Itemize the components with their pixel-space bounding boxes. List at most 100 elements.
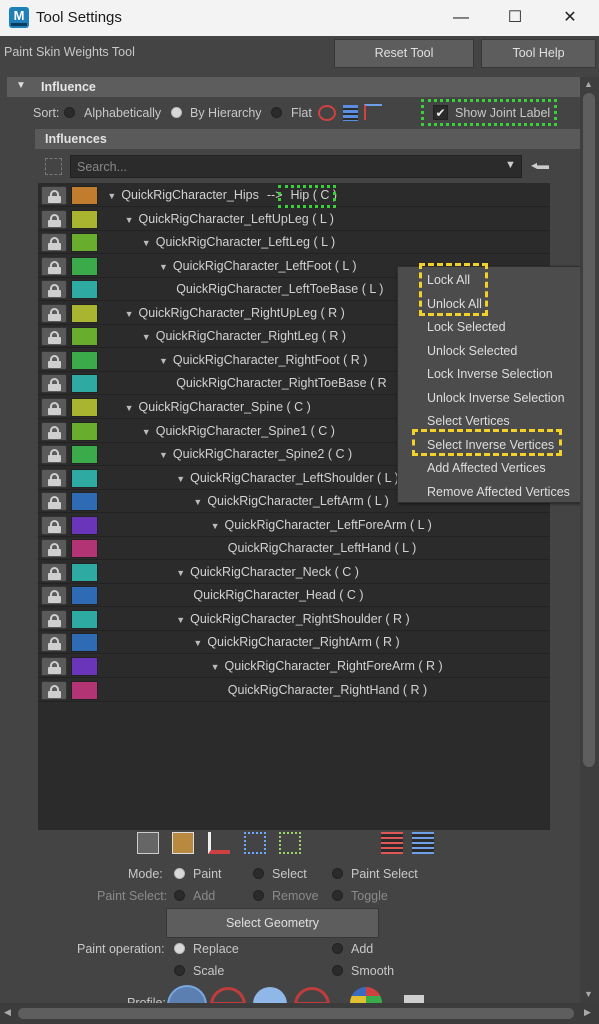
- context-menu-item[interactable]: Lock Selected: [427, 320, 506, 334]
- horizontal-scrollbar[interactable]: ◀ ▶: [0, 1003, 599, 1024]
- joint-name[interactable]: QuickRigCharacter_RightHand ( R ): [228, 683, 427, 697]
- context-menu-item[interactable]: Add Affected Vertices: [427, 461, 546, 475]
- paint-select-add-label[interactable]: Add: [193, 889, 215, 903]
- joint-color-swatch[interactable]: [71, 586, 98, 606]
- joint-color-swatch[interactable]: [71, 421, 98, 441]
- joint-color-swatch[interactable]: [71, 186, 98, 205]
- joint-name[interactable]: ▼ QuickRigCharacter_RightFoot ( R ): [159, 353, 367, 367]
- lock-icon[interactable]: [41, 397, 67, 417]
- context-menu-item[interactable]: Lock Inverse Selection: [427, 367, 553, 381]
- influence-row[interactable]: ▼ QuickRigCharacter_LeftUpLeg ( L ): [38, 208, 550, 231]
- paint-select-remove-radio[interactable]: [253, 890, 264, 901]
- profile-gaussian-icon[interactable]: [167, 985, 207, 1005]
- joint-color-swatch[interactable]: [71, 374, 98, 394]
- paint-operation-add-radio[interactable]: [332, 943, 343, 954]
- paint-operation-scale-label[interactable]: Scale: [193, 964, 224, 978]
- influence-row[interactable]: QuickRigCharacter_Head ( C ): [38, 584, 550, 608]
- move-influence-icon[interactable]: [279, 832, 301, 854]
- lock-icon[interactable]: [41, 350, 67, 370]
- context-menu-item[interactable]: Remove Affected Vertices: [427, 485, 570, 499]
- expand-caret-icon[interactable]: ▼: [159, 262, 168, 272]
- lock-icon[interactable]: [41, 303, 67, 323]
- expand-caret-icon[interactable]: ▼: [211, 521, 220, 531]
- sort-hierarchy-radio[interactable]: [171, 107, 182, 118]
- search-input[interactable]: Search...: [70, 155, 522, 178]
- lock-icon[interactable]: [41, 256, 67, 276]
- joint-name[interactable]: QuickRigCharacter_Head ( C ): [193, 588, 363, 602]
- influence-section-header[interactable]: ▼ Influence: [7, 77, 580, 97]
- sort-flat-radio[interactable]: [271, 107, 282, 118]
- expand-caret-icon[interactable]: ▼: [125, 215, 134, 225]
- joint-color-swatch[interactable]: [71, 562, 98, 582]
- paint-operation-scale-radio[interactable]: [174, 965, 185, 976]
- select-geometry-button[interactable]: Select Geometry: [166, 908, 379, 938]
- tool-help-button[interactable]: Tool Help: [481, 39, 596, 68]
- lock-icon[interactable]: [41, 233, 67, 253]
- joint-color-swatch[interactable]: [71, 280, 98, 300]
- mode-paint-select-label[interactable]: Paint Select: [351, 867, 418, 881]
- lock-icon[interactable]: [41, 327, 67, 347]
- lock-icon[interactable]: [41, 492, 67, 512]
- joint-name[interactable]: ▼ QuickRigCharacter_LeftForeArm ( L ): [211, 518, 432, 532]
- expand-caret-icon[interactable]: ▼: [107, 191, 116, 201]
- paint-select-remove-label[interactable]: Remove: [272, 889, 319, 903]
- mode-paint-select-radio[interactable]: [332, 868, 343, 879]
- joint-color-swatch[interactable]: [71, 350, 98, 370]
- sort-flat-label[interactable]: Flat: [291, 106, 312, 120]
- lock-icon[interactable]: [41, 421, 67, 441]
- joint-name[interactable]: ▼ QuickRigCharacter_RightArm ( R ): [193, 635, 399, 649]
- vertical-scrollbar[interactable]: ▲ ▼: [580, 77, 599, 1003]
- minimize-button[interactable]: —: [438, 0, 484, 36]
- joint-color-swatch[interactable]: [71, 256, 98, 276]
- joint-name[interactable]: ▼ QuickRigCharacter_RightLeg ( R ): [142, 329, 346, 343]
- mode-paint-radio[interactable]: [174, 868, 185, 879]
- joint-name[interactable]: ▼ QuickRigCharacter_LeftShoulder ( L ): [176, 471, 399, 485]
- joint-name[interactable]: QuickRigCharacter_LeftToeBase ( L ): [176, 282, 383, 296]
- influence-row[interactable]: ▼ QuickRigCharacter_LeftForeArm ( L ): [38, 514, 550, 537]
- expand-caret-icon[interactable]: ▼: [176, 615, 185, 625]
- joint-name[interactable]: ▼ QuickRigCharacter_RightUpLeg ( R ): [125, 306, 345, 320]
- expand-caret-icon[interactable]: ▼: [159, 450, 168, 460]
- joint-color-swatch[interactable]: [71, 303, 98, 323]
- paint-operation-smooth-label[interactable]: Smooth: [351, 964, 394, 978]
- lock-icon[interactable]: [41, 657, 67, 676]
- joint-name[interactable]: ▼ QuickRigCharacter_LeftArm ( L ): [193, 494, 388, 508]
- refresh-icon[interactable]: [318, 105, 336, 121]
- select-joints-icon[interactable]: [244, 832, 266, 854]
- lock-icon[interactable]: [41, 186, 67, 205]
- vertical-scroll-thumb[interactable]: [583, 93, 595, 767]
- lock-icon[interactable]: [41, 539, 67, 559]
- paint-select-toggle-label[interactable]: Toggle: [351, 889, 388, 903]
- influence-row[interactable]: QuickRigCharacter_LeftHand ( L ): [38, 537, 550, 561]
- show-joint-label-text[interactable]: Show Joint Label: [455, 106, 550, 120]
- lock-icon[interactable]: [41, 209, 67, 229]
- joint-color-swatch[interactable]: [71, 609, 98, 629]
- lock-icon[interactable]: [41, 468, 67, 488]
- weight-hammer-icon[interactable]: [208, 832, 230, 854]
- influence-row[interactable]: ▼ QuickRigCharacter_RightShoulder ( R ): [38, 608, 550, 631]
- expand-caret-icon[interactable]: ▼: [159, 356, 168, 366]
- paint-operation-replace-radio[interactable]: [174, 943, 185, 954]
- joint-color-swatch[interactable]: [71, 680, 98, 700]
- lock-icon[interactable]: [41, 445, 67, 465]
- joint-color-swatch[interactable]: [71, 397, 98, 417]
- sort-alphabetically-label[interactable]: Alphabetically: [84, 106, 161, 120]
- expand-caret-icon[interactable]: ▼: [176, 474, 185, 484]
- mode-select-label[interactable]: Select: [272, 867, 307, 881]
- expand-caret-icon[interactable]: ▼: [125, 403, 134, 413]
- lock-icon[interactable]: [41, 586, 67, 606]
- lock-icon[interactable]: [41, 562, 67, 582]
- joint-color-swatch[interactable]: [71, 327, 98, 347]
- paint-operation-smooth-radio[interactable]: [332, 965, 343, 976]
- joint-name[interactable]: ▼ QuickRigCharacter_Spine ( C ): [125, 400, 311, 414]
- context-menu-item[interactable]: Unlock Inverse Selection: [427, 391, 565, 405]
- select-filter-icon[interactable]: [45, 158, 62, 175]
- influence-row[interactable]: ▼ QuickRigCharacter_RightForeArm ( R ): [38, 655, 550, 678]
- paint-select-add-radio[interactable]: [174, 890, 185, 901]
- joint-name[interactable]: ▼ QuickRigCharacter_Spine1 ( C ): [142, 424, 335, 438]
- joint-name[interactable]: QuickRigCharacter_RightToeBase ( R: [176, 376, 387, 390]
- expand-caret-icon[interactable]: ▼: [193, 497, 202, 507]
- influence-row[interactable]: ▼ QuickRigCharacter_Neck ( C ): [38, 561, 550, 584]
- expand-caret-icon[interactable]: ▼: [193, 638, 202, 648]
- close-button[interactable]: ✕: [547, 0, 593, 36]
